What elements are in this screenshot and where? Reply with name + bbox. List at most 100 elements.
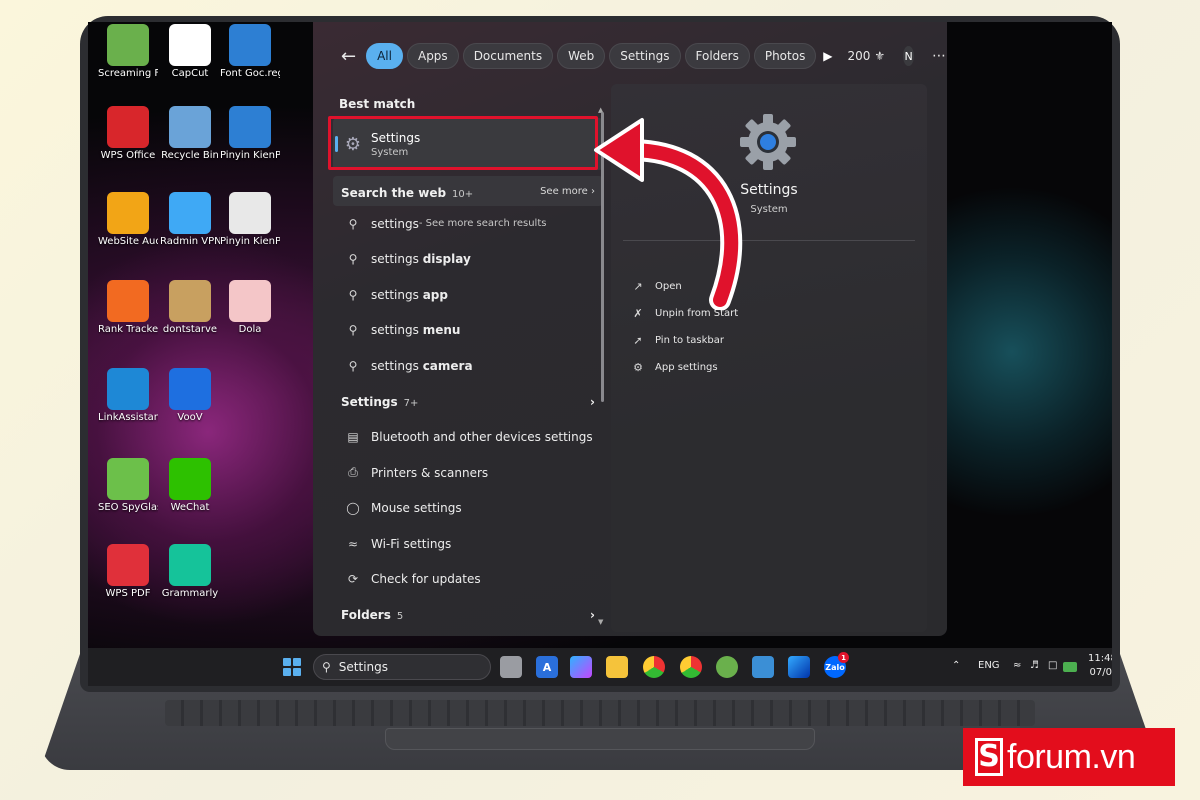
app-icon[interactable] — [788, 656, 810, 678]
volume-icon[interactable]: ♬ — [1030, 660, 1039, 671]
desktop-app-icon — [107, 544, 149, 586]
taskbar-search-input[interactable]: ⚲ Settings — [313, 654, 491, 680]
desktop-icon[interactable]: WPS PDF — [98, 544, 158, 600]
screaming-frog-icon[interactable] — [716, 656, 738, 678]
filter-tab-apps[interactable]: Apps — [406, 43, 459, 69]
desktop-icon[interactable]: SEO SpyGlass — [98, 458, 158, 514]
sforum-logo: S forum.vn — [963, 728, 1175, 786]
action-pin-taskbar[interactable]: ➚ Pin to taskbar — [631, 330, 724, 350]
desktop-icon[interactable]: Dola — [220, 280, 280, 336]
search-web-title: Search the web — [341, 185, 447, 200]
copilot-icon[interactable] — [570, 656, 592, 678]
settings-result-label: Wi-Fi settings — [371, 536, 452, 551]
action-label: App settings — [655, 361, 718, 373]
desktop-icon[interactable]: Screaming Frog SE... — [98, 24, 158, 80]
web-result-4[interactable]: ⚲ settings camera — [333, 348, 603, 384]
web-result-2[interactable]: ⚲ settings app — [333, 277, 603, 313]
desktop-icon-label: CapCut — [171, 68, 209, 79]
filter-tab-settings[interactable]: Settings — [609, 43, 681, 69]
desktop-icon[interactable]: Font Goc.reg — [220, 24, 280, 80]
bluetooth-devices-icon: ▤ — [347, 430, 359, 445]
settings-result-mouse[interactable]: ◯ Mouse settings — [333, 491, 603, 527]
web-result-1[interactable]: ⚲ settings display — [333, 242, 603, 278]
action-app-settings[interactable]: ⚙ App settings — [631, 357, 718, 377]
filter-tab-folders[interactable]: Folders — [684, 43, 750, 69]
settings-group-count: 7+ — [403, 397, 419, 409]
file-explorer-icon[interactable] — [606, 656, 628, 678]
desktop-icon-label: Rank Tracker — [98, 324, 158, 335]
folders-group-header[interactable]: Folders 5 › — [333, 597, 603, 633]
search-icon: ⚲ — [322, 660, 331, 674]
wifi-icon[interactable]: ≈ — [1013, 660, 1021, 671]
filter-tab-all[interactable]: All — [366, 43, 403, 69]
desktop-icon[interactable]: Grammarly — [160, 544, 220, 600]
chrome-icon[interactable] — [643, 656, 665, 678]
settings-result-printers[interactable]: ⎙ Printers & scanners — [333, 455, 603, 491]
settings-result-bluetooth[interactable]: ▤ Bluetooth and other devices settings — [333, 420, 603, 456]
web-result-1-rest: display — [422, 252, 471, 267]
settings-group-header[interactable]: Settings 7+ › — [333, 384, 603, 420]
desktop-app-icon — [169, 24, 211, 66]
desktop-icon[interactable]: WeChat — [160, 458, 220, 514]
filter-bar: ← All Apps Documents Web Settings Folder… — [313, 22, 947, 90]
logo-text: forum.vn — [1007, 737, 1136, 776]
desktop-icon[interactable]: VooV — [160, 368, 220, 424]
clock-time: 11:48 — [1088, 653, 1112, 664]
search-icon: ⚲ — [348, 323, 358, 338]
desktop-icon-label: Screaming Frog SE... — [98, 68, 158, 79]
search-web-count: 10+ — [452, 188, 474, 200]
desktop-icon[interactable]: Pinyin KienPham... — [220, 106, 280, 162]
notepad-icon[interactable] — [752, 656, 774, 678]
desktop-icon[interactable]: WebSite Auditor — [98, 192, 158, 248]
desktop-app-icon — [107, 106, 149, 148]
app-icon[interactable]: A — [536, 656, 558, 678]
settings-result-updates[interactable]: ⟳ Check for updates — [333, 562, 603, 598]
rewards-points[interactable]: 200 ⚜ — [848, 49, 886, 63]
search-web-header[interactable]: Search the web 10+ See more › — [333, 176, 603, 206]
web-result-3[interactable]: ⚲ settings menu — [333, 313, 603, 349]
desktop-icon[interactable]: Rank Tracker — [98, 280, 158, 336]
web-result-1-lead: settings — [371, 252, 419, 267]
chrome-icon[interactable] — [680, 656, 702, 678]
settings-group-title: Settings — [341, 394, 398, 409]
desktop-icon[interactable]: dontstarve — [160, 280, 220, 336]
desktop-app-icon — [169, 192, 211, 234]
language-indicator[interactable]: ENG — [978, 660, 1000, 671]
desktop-icon[interactable]: Radmin VPN — [160, 192, 220, 248]
web-result-0[interactable]: ⚲ settings - See more search results — [333, 206, 603, 242]
clock-date: 07/0 — [1089, 667, 1112, 678]
clock[interactable]: 11:48 07/0 — [1088, 652, 1112, 680]
desktop-icon[interactable]: LinkAssistant — [98, 368, 158, 424]
desktop-icon-label: SEO SpyGlass — [98, 502, 158, 513]
filter-tab-photos[interactable]: Photos — [753, 43, 817, 69]
play-more-icon[interactable]: ▶ — [820, 49, 835, 63]
action-label: Pin to taskbar — [655, 334, 724, 346]
desktop-icon[interactable]: CapCut — [160, 24, 220, 80]
desktop-icon-label: WPS Office — [100, 150, 156, 161]
web-result-4-lead: settings — [371, 358, 419, 373]
more-options-icon[interactable]: ⋯ — [932, 48, 947, 64]
desktop-icon[interactable]: Pinyin KienPham.ttf — [220, 192, 280, 248]
search-icon: ⚲ — [348, 287, 358, 302]
see-more-link[interactable]: See more — [540, 186, 588, 197]
web-result-0-query: settings — [371, 216, 419, 231]
windows-start-icon[interactable] — [283, 658, 301, 676]
desktop-app-icon — [107, 280, 149, 322]
tray-chevron-icon[interactable]: ⌃ — [952, 660, 960, 671]
scroll-down-icon[interactable]: ▼ — [598, 618, 603, 626]
notification-badge: 1 — [838, 652, 849, 663]
best-match-heading: Best match — [339, 97, 416, 111]
desktop-icon[interactable]: WPS Office — [98, 106, 158, 162]
task-view-icon[interactable] — [500, 656, 522, 678]
back-arrow-icon[interactable]: ← — [341, 44, 356, 68]
filter-tab-documents[interactable]: Documents — [462, 43, 554, 69]
desktop-app-icon — [169, 458, 211, 500]
filter-tab-web[interactable]: Web — [557, 43, 606, 69]
desktop-icon[interactable]: Recycle Bin — [160, 106, 220, 162]
user-avatar[interactable]: N — [903, 46, 914, 66]
settings-result-wifi[interactable]: ≈ Wi-Fi settings — [333, 526, 603, 562]
battery-icon[interactable]: □ — [1048, 660, 1057, 671]
settings-result-label: Mouse settings — [371, 501, 462, 516]
settings-result-label: Bluetooth and other devices settings — [371, 430, 593, 445]
desktop-app-icon — [107, 368, 149, 410]
